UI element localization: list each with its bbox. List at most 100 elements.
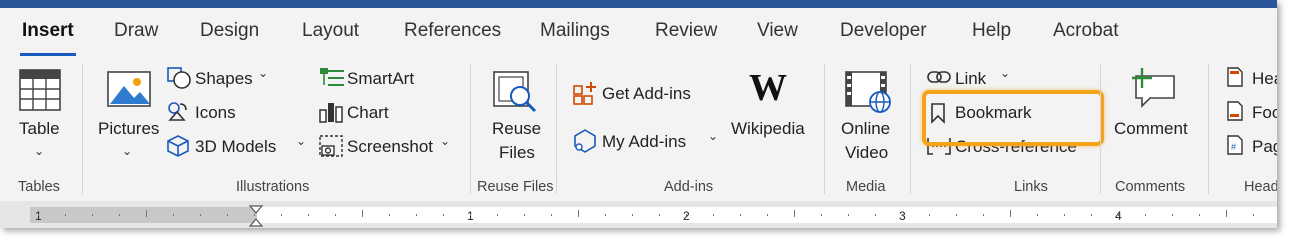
online-video-label-line2[interactable]: Video <box>845 143 888 163</box>
wikipedia-w-icon[interactable]: W <box>749 66 787 110</box>
footer-icon[interactable] <box>1226 100 1244 122</box>
tab-mailings[interactable]: Mailings <box>540 20 610 42</box>
pictures-icon[interactable] <box>106 70 152 110</box>
ruler-tick <box>794 210 795 217</box>
ruler-tick <box>254 214 255 216</box>
chart-button-label[interactable]: Chart <box>347 103 389 123</box>
online-video-icon[interactable] <box>844 70 892 114</box>
title-bar-strip <box>0 0 1277 8</box>
my-add-ins-icon[interactable] <box>572 128 598 154</box>
smartart-button-label[interactable]: SmartArt <box>347 69 414 89</box>
3d-models-chevron-down-icon[interactable]: ⌄ <box>296 134 306 148</box>
shapes-icon[interactable] <box>166 66 192 90</box>
ruler-tick <box>281 214 282 216</box>
group-separator <box>556 64 557 194</box>
get-add-ins-icon[interactable] <box>572 80 598 106</box>
wikipedia-button-label[interactable]: Wikipedia <box>731 119 805 139</box>
reuse-files-label-line2[interactable]: Files <box>499 143 535 163</box>
tab-draw[interactable]: Draw <box>114 20 158 42</box>
header-icon[interactable] <box>1226 66 1244 88</box>
smartart-icon[interactable] <box>318 66 346 88</box>
ruler-tick <box>1253 214 1254 216</box>
icons-icon[interactable] <box>166 100 190 124</box>
get-add-ins-label[interactable]: Get Add-ins <box>602 84 691 104</box>
tab-acrobat[interactable]: Acrobat <box>1053 20 1118 42</box>
group-label-illustrations: Illustrations <box>236 179 310 195</box>
group-separator <box>1100 64 1101 194</box>
my-add-ins-chevron-down-icon[interactable]: ⌄ <box>708 129 718 143</box>
ruler-tick <box>1226 210 1227 217</box>
header-button-label[interactable]: Hea <box>1252 69 1277 89</box>
ruler-tick <box>983 214 984 216</box>
ruler-tick <box>416 214 417 216</box>
ruler-tick <box>38 214 39 216</box>
group-label-tables: Tables <box>18 179 60 195</box>
group-separator <box>1208 64 1209 194</box>
group-separator <box>82 64 83 194</box>
table-button-label[interactable]: Table <box>19 119 60 139</box>
3d-models-icon[interactable] <box>166 134 190 158</box>
screenshot-button-label[interactable]: Screenshot <box>347 137 433 157</box>
footer-button-label[interactable]: Foo <box>1252 103 1277 123</box>
ruler-tick <box>362 210 363 217</box>
ruler-tick <box>146 210 147 217</box>
chart-icon[interactable] <box>318 100 344 124</box>
ruler-number: 4 <box>1115 209 1122 223</box>
ruler-tick <box>605 214 606 216</box>
tab-references[interactable]: References <box>404 20 501 42</box>
reuse-files-label-line1[interactable]: Reuse <box>492 119 541 139</box>
ruler-tick <box>524 214 525 216</box>
tab-layout[interactable]: Layout <box>302 20 359 42</box>
ruler-tick <box>92 214 93 216</box>
ruler-tick <box>443 214 444 216</box>
table-chevron-down-icon[interactable]: ⌄ <box>34 144 44 158</box>
ruler-number: 3 <box>899 209 906 223</box>
shapes-chevron-down-icon[interactable]: ⌄ <box>258 66 268 80</box>
ruler-tick <box>335 214 336 216</box>
ruler-tick <box>875 214 876 216</box>
ruler-tick <box>470 214 471 216</box>
icons-button-label[interactable]: Icons <box>195 103 236 123</box>
link-button-label[interactable]: Link <box>955 69 986 89</box>
ruler-tick <box>1037 214 1038 216</box>
page-number-icon[interactable]: # <box>1226 134 1244 156</box>
horizontal-ruler[interactable]: 1 1 2 3 4 <box>0 201 1277 228</box>
word-ribbon-window: Insert Draw Design Layout References Mai… <box>0 0 1277 228</box>
shapes-button-label[interactable]: Shapes <box>195 69 253 89</box>
3d-models-button-label[interactable]: 3D Models <box>195 137 276 157</box>
ruler-tick <box>632 214 633 216</box>
my-add-ins-label[interactable]: My Add-ins <box>602 132 686 152</box>
tab-help[interactable]: Help <box>972 20 1011 42</box>
group-separator <box>824 64 825 194</box>
comment-button-label[interactable]: Comment <box>1114 119 1188 139</box>
tab-insert[interactable]: Insert <box>22 20 74 42</box>
link-chevron-down-icon[interactable]: ⌄ <box>1000 66 1010 80</box>
group-label-media: Media <box>846 179 886 195</box>
screenshot-chevron-down-icon[interactable]: ⌄ <box>440 134 450 148</box>
link-icon[interactable] <box>926 68 952 86</box>
tab-developer[interactable]: Developer <box>840 20 927 42</box>
ruler-tick <box>389 214 390 216</box>
ruler-tick <box>686 214 687 216</box>
tab-view[interactable]: View <box>757 20 798 42</box>
page-number-button-label[interactable]: Pag <box>1252 137 1277 157</box>
ruler-tick <box>821 214 822 216</box>
pictures-chevron-down-icon[interactable]: ⌄ <box>122 144 132 158</box>
ruler-number: 1 <box>467 209 474 223</box>
group-label-add-ins: Add-ins <box>664 179 714 195</box>
indent-marker-icon[interactable] <box>248 204 264 228</box>
reuse-files-icon[interactable] <box>492 70 538 114</box>
ruler-tick <box>1064 214 1065 216</box>
ruler-tick <box>767 214 768 216</box>
new-comment-icon[interactable] <box>1128 66 1178 110</box>
pictures-button-label[interactable]: Pictures <box>98 119 159 139</box>
ruler-tick <box>848 214 849 216</box>
tab-review[interactable]: Review <box>655 20 717 42</box>
ruler-tick <box>740 214 741 216</box>
ruler-number: 1 <box>35 209 42 223</box>
screenshot-icon[interactable] <box>318 134 344 158</box>
table-icon[interactable] <box>18 68 62 112</box>
tab-design[interactable]: Design <box>200 20 259 42</box>
online-video-label-line1[interactable]: Online <box>841 119 890 139</box>
ruler-tick <box>1199 214 1200 216</box>
